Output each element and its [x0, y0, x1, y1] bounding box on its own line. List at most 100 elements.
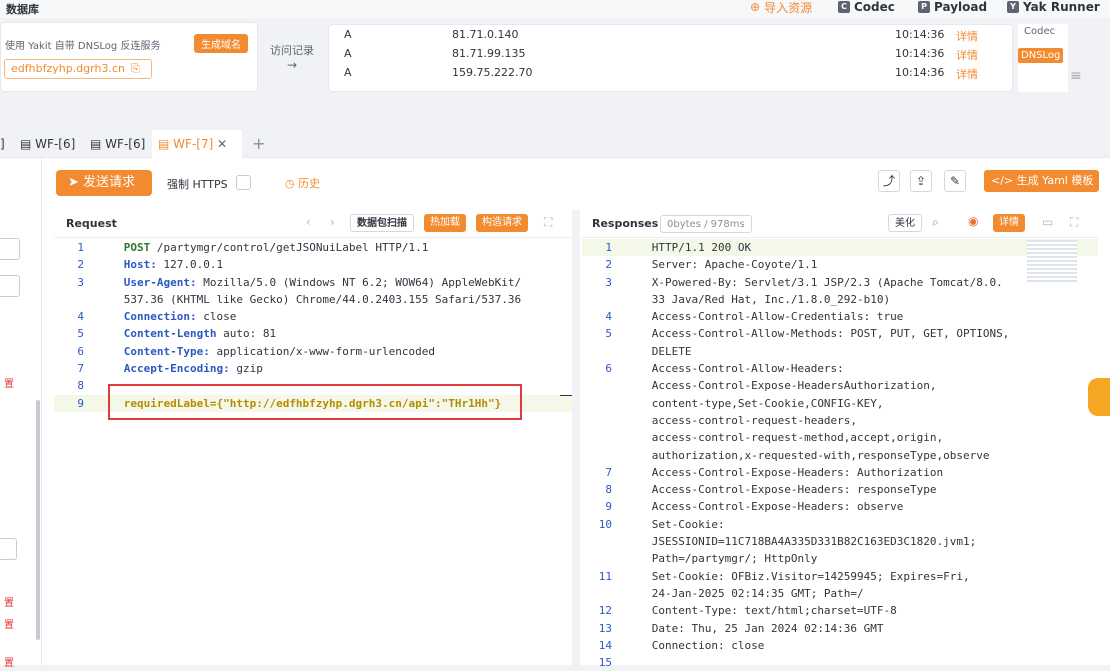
yak-runner-button[interactable]: Y Yak Runner	[1007, 0, 1100, 17]
codec-button[interactable]: C Codec	[838, 0, 895, 17]
record-time: 10:14:36	[895, 47, 945, 60]
sidebar-input-1[interactable]	[0, 238, 20, 260]
response-text: Date: Thu, 25 Jan 2024 02:14:36 GMT	[651, 621, 884, 635]
line-number: 2	[77, 258, 84, 272]
code-line: 1 HTTP/1.1 200 OK	[582, 239, 1098, 257]
response-text: X-Powered-By: Servlet/3.1 JSP/2.3 (Apach…	[651, 275, 1003, 289]
comment-icon[interactable]: ▭	[1042, 215, 1053, 229]
response-text: Access-Control-Allow-Headers:	[651, 362, 844, 376]
code-line: 13 Date: Thu, 25 Jan 2024 02:14:36 GMT	[582, 620, 1098, 637]
chrome-icon[interactable]: ◉	[968, 214, 978, 228]
tab-wf-6a[interactable]: ▤ WF-[6]	[20, 130, 75, 158]
response-title: Responses	[592, 217, 659, 230]
record-detail-link[interactable]: 详情	[956, 47, 978, 63]
sidebar-input-2[interactable]	[0, 275, 20, 297]
code-line: 8 Access-Control-Expose-Headers: respons…	[582, 481, 1098, 498]
history-button[interactable]: ◷ 历史	[285, 175, 320, 191]
line-number: 7	[605, 465, 612, 479]
header-value: gzip	[229, 362, 263, 376]
response-text: 33 Java/Red Hat, Inc./1.8.0_292-b10)	[651, 292, 891, 306]
edit-icon[interactable]: ✎	[944, 170, 966, 192]
code-line: DELETE	[582, 343, 1098, 360]
split-divider[interactable]	[572, 210, 580, 665]
scan-button[interactable]: 数据包扫描	[350, 214, 414, 232]
build-request-button[interactable]: 构造请求	[476, 214, 528, 232]
tab-wf-7[interactable]: ▤ WF-[7] ✕	[152, 130, 242, 158]
record-time: 10:14:36	[895, 28, 945, 41]
record-type: A	[344, 66, 352, 79]
add-tab-button[interactable]: +	[252, 130, 265, 158]
record-type: A	[344, 28, 352, 41]
next-icon[interactable]: ›	[330, 215, 335, 229]
code-line: 1 POST /partymgr/control/getJSONuiLabel …	[54, 239, 572, 256]
line-number: 9	[77, 396, 84, 410]
tab-wf-6b[interactable]: ▤ WF-[6]	[90, 130, 145, 158]
codec-icon: C	[838, 1, 850, 13]
code-line: content-type,Set-Cookie,CONFIG-KEY,	[582, 395, 1098, 412]
prev-icon[interactable]: ‹	[306, 215, 311, 229]
hot-load-button[interactable]: 热加载	[424, 214, 466, 232]
record-row: A 81.71.0.140 10:14:36 详情	[328, 28, 1013, 45]
sidebar-label: 置	[4, 379, 14, 390]
import-button[interactable]: ⊕ 导入资源	[750, 0, 812, 17]
side-tab-dnslog[interactable]: DNSLog	[1018, 48, 1064, 63]
code-line: 5 Access-Control-Allow-Methods: POST, PU…	[582, 325, 1098, 342]
record-type: A	[344, 47, 352, 60]
code-icon: </>	[991, 174, 1014, 187]
payload-button[interactable]: P Payload	[918, 0, 987, 17]
line-number: 4	[77, 310, 84, 324]
header-value: /partymgr/control/getJSONuiLabel HTTP/1.…	[150, 241, 429, 254]
sidebar-scrollbar[interactable]	[36, 400, 40, 640]
line-number: 13	[598, 621, 612, 635]
sidebar-input-3[interactable]	[0, 538, 17, 560]
section-title: 数据库	[6, 3, 39, 16]
gen-domain-button[interactable]: 生成域名	[194, 34, 248, 53]
close-icon[interactable]: ✕	[217, 137, 227, 151]
request-header: Request ‹ › 数据包扫描 热加载 构造请求 ⛶	[54, 210, 572, 238]
record-detail-link[interactable]: 详情	[956, 66, 978, 82]
code-line: 4 Access-Control-Allow-Credentials: true	[582, 308, 1098, 325]
code-line: 4 Connection: close	[54, 308, 572, 325]
search-icon[interactable]: ⌕	[932, 215, 939, 230]
mascot-icon[interactable]	[1088, 378, 1110, 416]
response-editor[interactable]: 1 HTTP/1.1 200 OK 2 Server: Apache-Coyote…	[582, 239, 1098, 671]
force-https-checkbox[interactable]	[236, 175, 251, 190]
response-text: DELETE	[651, 344, 692, 358]
code-line: Path=/partymgr/; HttpOnly	[582, 550, 1098, 567]
gen-yaml-button[interactable]: </> 生成 Yaml 模板	[984, 170, 1099, 192]
code-line: access-control-request-headers,	[582, 412, 1098, 429]
fullscreen-icon[interactable]: ⛶	[1070, 215, 1078, 230]
response-text: Access-Control-Expose-HeadersAuthorizati…	[651, 379, 937, 393]
minimap[interactable]	[1027, 240, 1077, 284]
record-ip: 81.71.0.140	[452, 28, 519, 41]
arrow-icon: →	[287, 58, 298, 72]
detail-button[interactable]: 详情	[993, 214, 1025, 232]
response-text: access-control-request-method,accept,ori…	[651, 431, 944, 445]
divider-handle	[560, 395, 572, 396]
record-detail-link[interactable]: 详情	[956, 28, 978, 44]
record-time: 10:14:36	[895, 66, 945, 79]
sidebar-label: 置	[4, 598, 14, 609]
code-line: JSESSIONID=11C718BA4A335D331B82C163ED3C1…	[582, 533, 1098, 550]
tab-bar: ] ▤ WF-[6] ▤ WF-[6] ▤ WF-[7] ✕ +	[0, 130, 1110, 158]
copy-icon[interactable]: ⎘	[131, 62, 140, 75]
header-value: 537.36 (KHTML like Gecko) Chrome/44.0.24…	[123, 292, 522, 306]
code-line: Access-Control-Expose-HeadersAuthorizati…	[582, 377, 1098, 394]
side-tab-codec[interactable]: Codec	[1024, 26, 1055, 37]
tab-partial[interactable]: ]	[0, 130, 5, 158]
domain-field[interactable]: edfhbfzyhp.dgrh3.cn ⎘	[4, 59, 152, 79]
sort-icon[interactable]: ≡	[1070, 68, 1082, 84]
send-icon: ➤	[68, 175, 79, 190]
code-line: 7 Access-Control-Expose-Headers: Authori…	[582, 464, 1098, 481]
header-key: POST	[123, 241, 151, 254]
code-line: 2 Host: 127.0.0.1	[54, 256, 572, 273]
export-icon[interactable]: ⇪	[910, 170, 932, 192]
share-icon[interactable]: ⤴	[878, 170, 900, 192]
response-meta: 0bytes / 978ms	[660, 215, 752, 233]
fullscreen-icon[interactable]: ⛶	[544, 215, 552, 230]
beautify-button[interactable]: 美化	[888, 214, 922, 232]
header-key: User-Agent:	[123, 275, 197, 289]
response-text: JSESSIONID=11C718BA4A335D331B82C163ED3C1…	[651, 535, 977, 549]
send-request-button[interactable]: ➤ 发送请求	[56, 170, 152, 196]
response-header: Responses 0bytes / 978ms 美化 ⌕ ◉ 详情 ▭ ⛶	[582, 210, 1098, 238]
